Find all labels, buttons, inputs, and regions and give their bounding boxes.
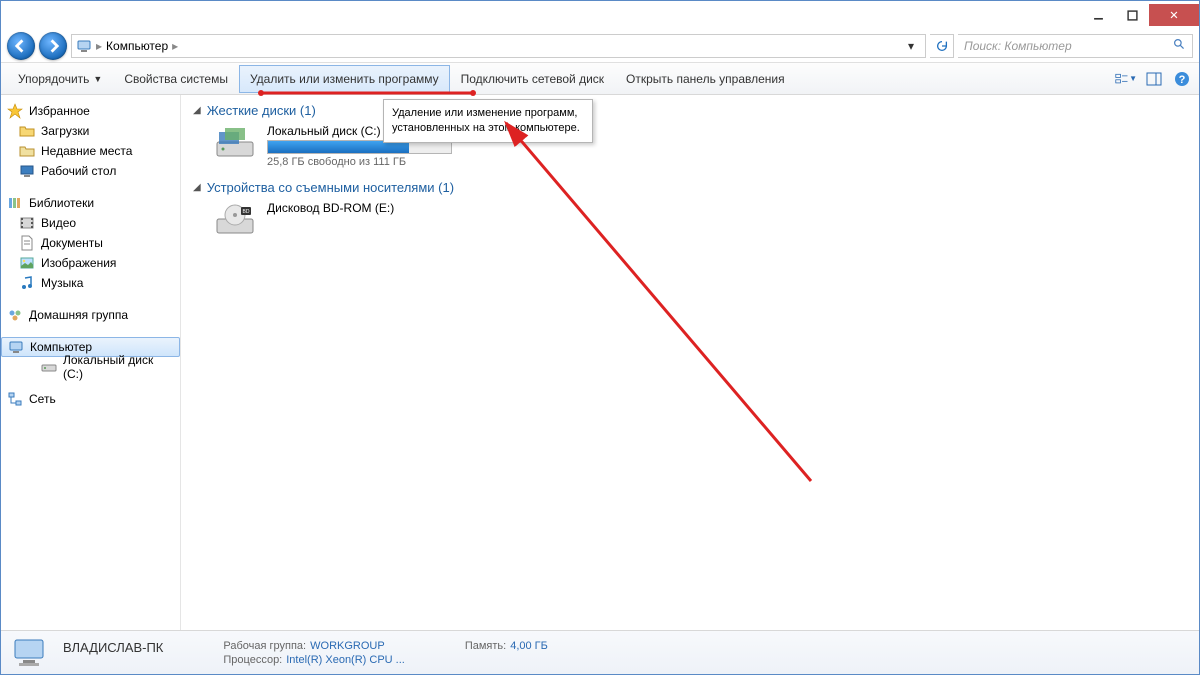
close-button[interactable]: ✕	[1149, 4, 1199, 26]
maximize-button[interactable]	[1115, 4, 1149, 26]
chevron-down-icon: ▼	[93, 74, 102, 84]
map-network-drive-button[interactable]: Подключить сетевой диск	[450, 65, 615, 93]
open-control-panel-button[interactable]: Открыть панель управления	[615, 65, 796, 93]
sidebar-item-homegroup[interactable]: Домашняя группа	[1, 305, 180, 325]
optical-drive-icon: BD	[213, 201, 257, 245]
explorer-window: ✕ ▸ Компьютер ▸ ▾ Поиск: Компьютер	[0, 0, 1200, 675]
help-button[interactable]: ?	[1171, 68, 1193, 90]
film-icon	[19, 215, 35, 231]
refresh-button[interactable]	[930, 34, 954, 58]
group-header-removable[interactable]: ◢ Устройства со съемными носителями (1)	[193, 180, 1187, 195]
tooltip: Удаление или изменение программ, установ…	[383, 99, 593, 143]
address-bar[interactable]: ▸ Компьютер ▸ ▾	[71, 34, 926, 58]
sidebar-item-music[interactable]: Музыка	[1, 273, 180, 293]
drive-item-c[interactable]: Локальный диск (C:) 25,8 ГБ свободно из …	[213, 124, 1187, 168]
picture-icon	[19, 255, 35, 271]
collapse-icon: ◢	[193, 105, 201, 116]
libraries-icon	[7, 195, 23, 211]
computer-icon	[76, 38, 92, 54]
sidebar-item-downloads[interactable]: Загрузки	[1, 121, 180, 141]
titlebar: ✕	[1, 1, 1199, 29]
sidebar-item-favorites[interactable]: Избранное	[1, 101, 180, 121]
music-icon	[19, 275, 35, 291]
sidebar-item-desktop[interactable]: Рабочий стол	[1, 161, 180, 181]
search-icon	[1173, 38, 1186, 54]
sidebar-item-network[interactable]: Сеть	[1, 389, 180, 409]
preview-pane-button[interactable]	[1143, 68, 1165, 90]
forward-button[interactable]	[39, 32, 67, 60]
svg-text:BD: BD	[243, 209, 250, 215]
navigation-pane: Избранное Загрузки Недавние места	[1, 95, 181, 630]
minimize-button[interactable]	[1081, 4, 1115, 26]
back-button[interactable]	[7, 32, 35, 60]
drive-icon	[41, 359, 57, 375]
sidebar-item-pictures[interactable]: Изображения	[1, 253, 180, 273]
chevron-down-icon: ▼	[1129, 74, 1137, 83]
sidebar-item-libraries[interactable]: Библиотеки	[1, 193, 180, 213]
drive-name: Дисковод BD-ROM (E:)	[267, 201, 394, 215]
view-mode-button[interactable]: ▼	[1115, 68, 1137, 90]
drive-item-bd[interactable]: BD Дисковод BD-ROM (E:)	[213, 201, 1187, 245]
content-area: Избранное Загрузки Недавние места	[1, 95, 1199, 630]
drive-icon	[213, 124, 257, 168]
sidebar-item-documents[interactable]: Документы	[1, 233, 180, 253]
sidebar-item-recent[interactable]: Недавние места	[1, 141, 180, 161]
folder-icon	[19, 143, 35, 159]
breadcrumb-item[interactable]: Компьютер	[106, 39, 168, 53]
uninstall-program-button[interactable]: Удалить или изменить программу	[239, 65, 450, 93]
chevron-right-icon: ▸	[96, 39, 102, 53]
navigation-bar: ▸ Компьютер ▸ ▾ Поиск: Компьютер	[1, 29, 1199, 63]
sidebar-item-videos[interactable]: Видео	[1, 213, 180, 233]
sidebar-item-local-disk[interactable]: Локальный диск (C:)	[1, 357, 180, 377]
search-placeholder: Поиск: Компьютер	[964, 39, 1072, 53]
svg-text:?: ?	[1179, 74, 1186, 86]
computer-icon	[8, 339, 24, 355]
document-icon	[19, 235, 35, 251]
chevron-right-icon: ▸	[172, 39, 178, 53]
network-icon	[7, 391, 23, 407]
desktop-icon	[19, 163, 35, 179]
drive-free-space: 25,8 ГБ свободно из 111 ГБ	[267, 156, 452, 168]
items-view: ◢ Жесткие диски (1) Локальный диск (C:) …	[181, 95, 1199, 630]
command-bar: Упорядочить ▼ Свойства системы Удалить и…	[1, 63, 1199, 95]
system-properties-button[interactable]: Свойства системы	[113, 65, 239, 93]
collapse-icon: ◢	[193, 182, 201, 193]
folder-icon	[19, 123, 35, 139]
homegroup-icon	[7, 307, 23, 323]
star-icon	[7, 103, 23, 119]
computer-icon	[11, 635, 51, 671]
history-dropdown[interactable]: ▾	[901, 35, 921, 57]
details-pane: ВЛАДИСЛАВ-ПК Рабочая группа:WORKGROUP Пр…	[1, 630, 1199, 674]
search-input[interactable]: Поиск: Компьютер	[958, 34, 1193, 58]
group-header-hdd[interactable]: ◢ Жесткие диски (1)	[193, 103, 1187, 118]
hostname-label: ВЛАДИСЛАВ-ПК	[63, 640, 163, 655]
organize-menu[interactable]: Упорядочить ▼	[7, 65, 113, 93]
